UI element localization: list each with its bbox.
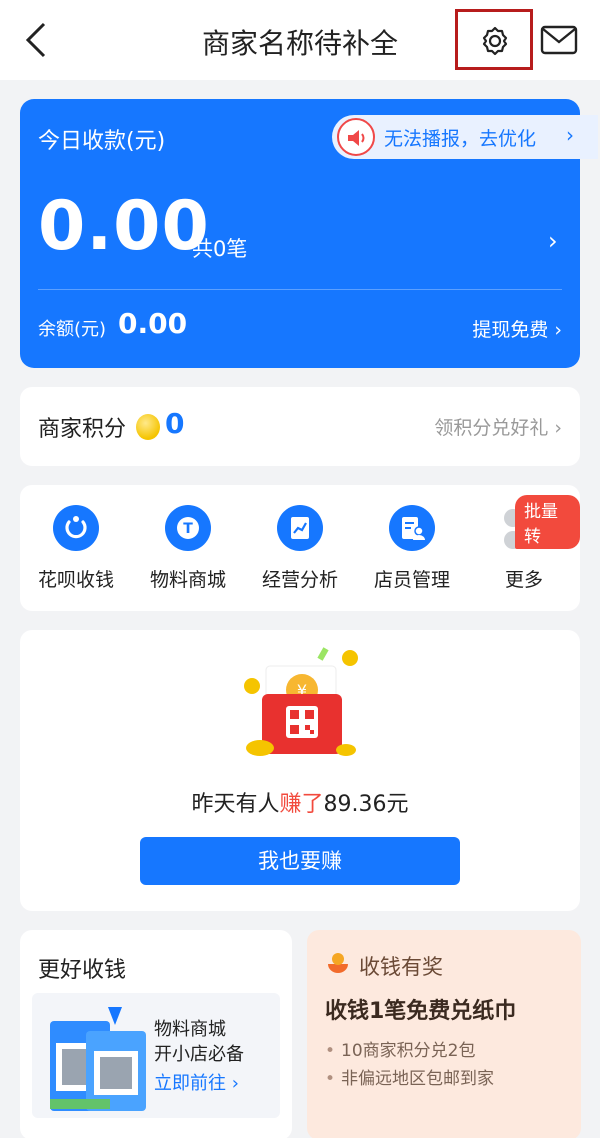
feature-staff[interactable]: 店员管理 xyxy=(356,505,468,605)
earn-button[interactable]: 我也要赚 xyxy=(140,837,460,885)
speaker-icon xyxy=(337,118,375,156)
huabei-icon xyxy=(53,505,99,551)
balance-label: 余额(元) xyxy=(38,319,107,340)
today-amount: 0.00 xyxy=(38,187,210,266)
reward-bullet: 非偏远地区包邮到家 xyxy=(325,1064,494,1089)
reward-title: 收钱有奖 xyxy=(359,955,443,979)
feature-label: 更多 xyxy=(504,569,543,591)
points-label: 商家积分 xyxy=(38,417,127,442)
chevron-right-icon: › xyxy=(548,227,558,255)
store-icon: T xyxy=(165,505,211,551)
batch-transfer-badge: 批量转 xyxy=(515,495,580,549)
gear-icon xyxy=(482,26,508,56)
top-bar: 商家名称待补全 xyxy=(0,0,600,80)
divider xyxy=(38,289,562,290)
balance-value: 0.00 xyxy=(118,307,188,340)
material-store-promo[interactable]: 物料商城 开小店必备 立即前往 › xyxy=(32,993,280,1118)
broadcast-optimize-banner[interactable]: 无法播报，去优化 › xyxy=(332,115,598,159)
today-receipts-label: 今日收款(元) xyxy=(38,129,166,154)
promo-text-highlight: 赚了 xyxy=(279,792,324,817)
feature-grid: 花呗收钱 T 物料商城 经营分析 店员管理 更多 批量转 xyxy=(20,485,580,611)
red-envelope-illustration: ¥ xyxy=(244,647,358,756)
redeem-points-link[interactable]: 领积分兑好礼 › xyxy=(434,413,562,440)
feature-store[interactable]: T 物料商城 xyxy=(132,505,244,605)
feature-label: 花呗收钱 xyxy=(37,569,114,591)
shop-subtitle: 开小店必备 xyxy=(154,1044,244,1065)
promo-text-amount: 89.36元 xyxy=(323,792,409,817)
chevron-right-icon: › xyxy=(566,123,574,147)
feature-analytics[interactable]: 经营分析 xyxy=(244,505,356,605)
reward-headline: 收钱1笔免费兑纸巾 xyxy=(325,999,517,1024)
better-collection-card: 更好收钱 物料商城 开小店必备 立即前往 › xyxy=(20,930,292,1138)
withdraw-text: 提现免费 xyxy=(472,319,549,341)
feature-label: 物料商城 xyxy=(149,569,226,591)
promo-text: 昨天有人赚了89.36元 xyxy=(20,786,580,818)
broadcast-text: 无法播报，去优化 xyxy=(384,128,537,150)
shop-title: 物料商城 xyxy=(154,1019,226,1040)
svg-text:T: T xyxy=(183,521,193,537)
earn-promo-card: ¥ 昨天有人赚了89.36元 我也要赚 xyxy=(20,630,580,911)
staff-icon xyxy=(389,505,435,551)
today-receipts-card[interactable]: 今日收款(元) 无法播报，去优化 › 0.00 共0笔 › 余额(元) 0.00… xyxy=(20,99,598,368)
feature-label: 店员管理 xyxy=(373,569,450,591)
points-value: 0 xyxy=(165,407,185,440)
reward-bullet: 10商家积分兑2包 xyxy=(325,1036,475,1061)
section-title: 更好收钱 xyxy=(38,958,127,983)
transaction-count: 共0笔 xyxy=(192,237,248,261)
coin-icon xyxy=(136,414,160,440)
go-now-text: 立即前往 xyxy=(154,1073,226,1094)
qr-stand-illustration xyxy=(50,1007,146,1111)
reward-icon xyxy=(328,953,348,973)
analytics-icon xyxy=(277,505,323,551)
promo-text-before: 昨天有人 xyxy=(191,792,280,817)
merchant-points-card[interactable]: 商家积分 0 领积分兑好礼 › xyxy=(20,387,580,466)
collection-reward-card[interactable]: 收钱有奖 收钱1笔免费兑纸巾 10商家积分兑2包 非偏远地区包邮到家 xyxy=(307,930,581,1138)
feature-label: 经营分析 xyxy=(261,569,338,591)
mail-icon[interactable] xyxy=(540,24,578,56)
go-now-link[interactable]: 立即前往 › xyxy=(154,1069,239,1095)
feature-huabei[interactable]: 花呗收钱 xyxy=(20,505,132,605)
redeem-points-text: 领积分兑好礼 xyxy=(434,417,549,439)
withdraw-link[interactable]: 提现免费 › xyxy=(472,315,562,342)
settings-button[interactable] xyxy=(455,9,533,70)
